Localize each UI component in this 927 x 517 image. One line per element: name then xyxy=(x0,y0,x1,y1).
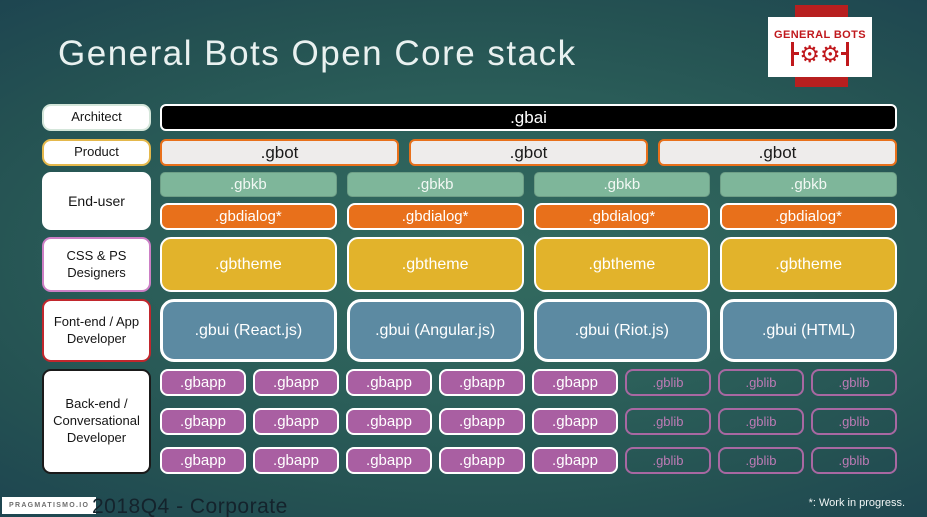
gbot-box: .gbot xyxy=(409,139,648,166)
row-end-user: End-user .gbkb .gbkb .gbkb .gbkb .gbdial… xyxy=(42,172,897,230)
gbdialog-box: .gbdialog* xyxy=(160,203,337,230)
gblib-box: .gblib xyxy=(625,369,711,396)
gbdialog-box: .gbdialog* xyxy=(346,203,524,230)
gbapp-box: .gbapp xyxy=(346,408,432,435)
gbapp-box: .gbapp xyxy=(253,447,339,474)
footer-version-text: 2018Q4 - Corporate xyxy=(92,495,288,517)
gear-bar-right xyxy=(845,41,849,66)
gbtheme-box: .gbtheme xyxy=(533,237,711,292)
gblib-box: .gblib xyxy=(811,447,897,474)
gblib-box: .gblib xyxy=(625,447,711,474)
gblib-box: .gblib xyxy=(718,447,804,474)
gbapp-box: .gbapp xyxy=(346,369,432,396)
logo-brand-text: GENERAL BOTS xyxy=(774,28,866,41)
gbapp-box: .gbapp xyxy=(160,447,246,474)
gbapp-box: .gbapp xyxy=(160,369,246,396)
stack-diagram: Architect .gbai Product .gbot .gbot .gbo… xyxy=(42,104,897,474)
gears-icon: ⚙ ⚙ xyxy=(791,40,849,67)
gbapp-box: .gbapp xyxy=(439,408,525,435)
gbai-box: .gbai xyxy=(160,104,897,131)
gbui-react-box: .gbui (React.js) xyxy=(160,299,337,362)
pragmatismo-badge: PRAGMATISMO.IO xyxy=(2,497,97,514)
gblib-box: .gblib xyxy=(718,369,804,396)
gbtheme-box: .gbtheme xyxy=(160,237,337,292)
page-title: General Bots Open Core stack xyxy=(58,34,577,73)
gbapp-box: .gbapp xyxy=(439,447,525,474)
label-designers: CSS & PS Designers xyxy=(42,237,151,292)
label-backend: Back-end / Conversational Developer xyxy=(42,369,151,474)
gbapp-box: .gbapp xyxy=(160,408,246,435)
gbdialog-box: .gbdialog* xyxy=(720,203,897,230)
gbkb-box: .gbkb xyxy=(533,172,711,197)
row-product: Product .gbot .gbot .gbot xyxy=(42,139,897,166)
gbapp-box: .gbapp xyxy=(253,408,339,435)
row-designers: CSS & PS Designers .gbtheme .gbtheme .gb… xyxy=(42,237,897,292)
label-frontend: Font-end / App Developer xyxy=(42,299,151,362)
label-end-user: End-user xyxy=(42,172,151,230)
row-architect: Architect .gbai xyxy=(42,104,897,131)
gbtheme-box: .gbtheme xyxy=(346,237,524,292)
label-architect: Architect xyxy=(42,104,151,131)
gbapp-box: .gbapp xyxy=(253,369,339,396)
slide: General Bots Open Core stack GENERAL BOT… xyxy=(0,0,927,517)
gblib-box: .gblib xyxy=(625,408,711,435)
gbdialog-box: .gbdialog* xyxy=(533,203,711,230)
gear-icon: ⚙ xyxy=(799,40,820,67)
gbui-riot-box: .gbui (Riot.js) xyxy=(533,299,711,362)
row-frontend: Font-end / App Developer .gbui (React.js… xyxy=(42,299,897,362)
gbapp-box: .gbapp xyxy=(346,447,432,474)
gbapp-box: .gbapp xyxy=(532,447,618,474)
work-in-progress-note: *: Work in progress. xyxy=(808,497,905,509)
gbot-box: .gbot xyxy=(160,139,399,166)
gbkb-box: .gbkb xyxy=(160,172,337,197)
gbkb-box: .gbkb xyxy=(720,172,897,197)
gbapp-box: .gbapp xyxy=(532,369,618,396)
gblib-box: .gblib xyxy=(811,408,897,435)
gbtheme-box: .gbtheme xyxy=(720,237,897,292)
gbui-html-box: .gbui (HTML) xyxy=(720,299,897,362)
gbot-box: .gbot xyxy=(658,139,897,166)
gbkb-box: .gbkb xyxy=(346,172,524,197)
gbapp-box: .gbapp xyxy=(532,408,618,435)
gbui-angular-box: .gbui (Angular.js) xyxy=(346,299,524,362)
general-bots-logo: GENERAL BOTS ⚙ ⚙ xyxy=(768,17,872,77)
row-backend: Back-end / Conversational Developer .gba… xyxy=(42,369,897,474)
gbapp-box: .gbapp xyxy=(439,369,525,396)
gear-icon: ⚙ xyxy=(820,40,841,67)
gblib-box: .gblib xyxy=(811,369,897,396)
label-product: Product xyxy=(42,139,151,166)
gblib-box: .gblib xyxy=(718,408,804,435)
